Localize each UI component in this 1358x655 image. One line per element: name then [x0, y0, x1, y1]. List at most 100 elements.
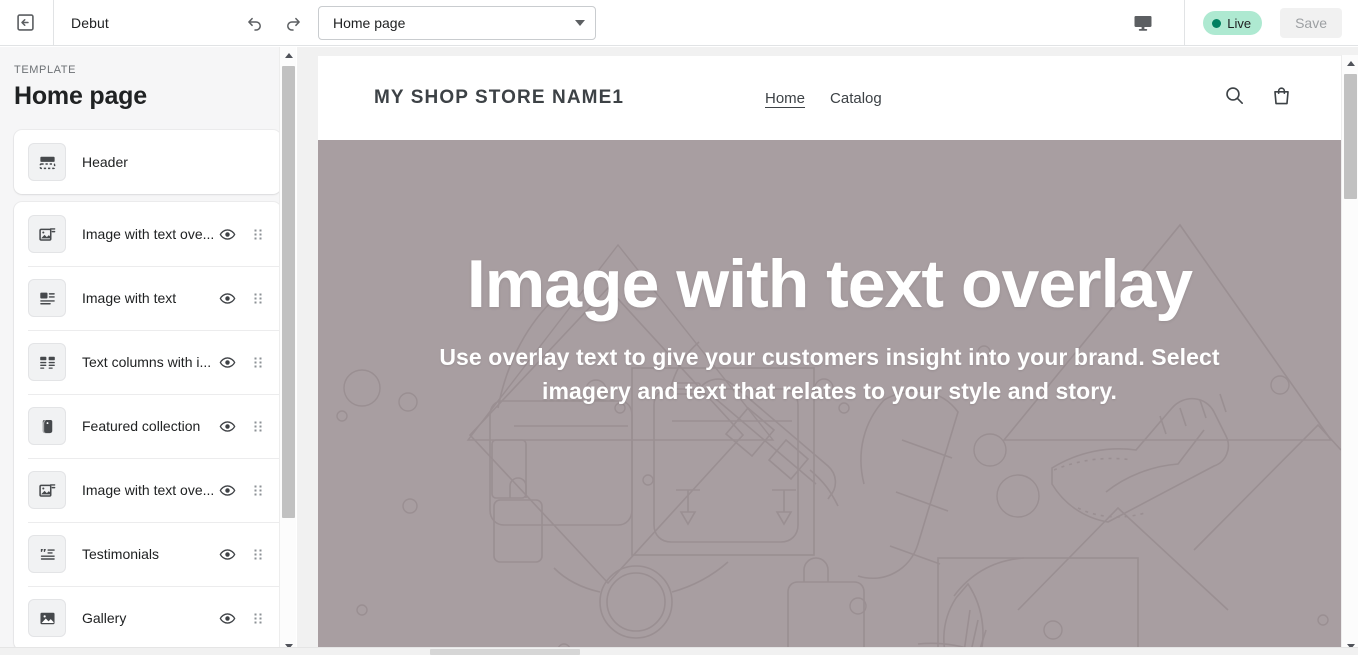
quote-lines-icon: [40, 548, 55, 560]
section-icon-wrap: [28, 535, 66, 573]
section-icon-wrap: [28, 279, 66, 317]
visibility-toggle[interactable]: [216, 290, 238, 307]
sections-sidebar: TEMPLATE Home page Header Image with tex…: [0, 47, 296, 655]
theme-preview-panel: MY SHOP STORE NAME1 Home Catalog Image w…: [297, 47, 1358, 655]
preview-scrollbar[interactable]: [1341, 55, 1358, 655]
section-icon-wrap: [28, 143, 66, 181]
drag-handle-icon: [254, 228, 262, 240]
search-button[interactable]: [1223, 84, 1246, 112]
desktop-monitor-icon: [1134, 16, 1152, 31]
undo-button[interactable]: [240, 9, 268, 37]
list-item[interactable]: Testimonials: [14, 522, 281, 586]
drag-handle[interactable]: [247, 356, 269, 368]
status-dot-icon: [1212, 18, 1222, 28]
drag-handle-icon: [254, 356, 262, 368]
image-with-text-overlay-icon: [38, 483, 55, 497]
history-controls: [240, 0, 308, 46]
drag-handle[interactable]: [247, 420, 269, 432]
section-label: Text columns with i...: [82, 354, 212, 370]
back-arrow-box-icon: [16, 14, 34, 31]
list-item[interactable]: Header: [14, 130, 281, 194]
visibility-toggle[interactable]: [216, 546, 238, 563]
eye-icon: [219, 228, 235, 240]
list-item[interactable]: Text columns with i...: [14, 330, 281, 394]
section-group: Image with text ove... Image with text T…: [14, 202, 281, 650]
list-item[interactable]: Image with text ove...: [14, 458, 281, 522]
storefront-nav: Home Catalog: [765, 90, 882, 107]
template-eyebrow: TEMPLATE: [14, 64, 77, 76]
picture-icon: [39, 612, 55, 624]
visibility-toggle[interactable]: [216, 226, 238, 243]
scroll-up-button[interactable]: [1342, 55, 1358, 72]
section-card-header[interactable]: Header: [14, 130, 281, 194]
toolbar-right-group: Live Save: [1126, 0, 1358, 46]
sidebar-scrollbar-thumb[interactable]: [282, 66, 295, 518]
visibility-toggle[interactable]: [216, 482, 238, 499]
eye-icon: [219, 292, 235, 304]
search-icon: [1226, 87, 1243, 104]
list-item[interactable]: Image with text: [14, 266, 281, 330]
status-badge-label: Live: [1227, 15, 1252, 31]
section-label: Image with text: [82, 290, 177, 306]
theme-name: Debut: [71, 14, 109, 31]
triangle-up-icon: [284, 53, 293, 58]
visibility-toggle[interactable]: [216, 354, 238, 371]
image-with-text-icon: [39, 292, 55, 304]
sidebar-scrollbar[interactable]: [279, 47, 296, 655]
section-icon-wrap: [28, 471, 66, 509]
save-button[interactable]: Save: [1280, 8, 1342, 38]
nav-link-home[interactable]: Home: [765, 90, 805, 107]
storefront-frame: MY SHOP STORE NAME1 Home Catalog Image w…: [318, 56, 1341, 655]
preview-scrollbar-thumb[interactable]: [1344, 74, 1357, 199]
section-label: Gallery: [82, 610, 127, 626]
eye-icon: [219, 484, 235, 496]
hero-section[interactable]: Image with text overlay Use overlay text…: [318, 140, 1341, 655]
section-label: Header: [82, 154, 128, 170]
back-button[interactable]: [10, 8, 40, 38]
chevron-down-icon: [575, 20, 585, 26]
drag-handle[interactable]: [247, 228, 269, 240]
drag-handle-icon: [254, 612, 262, 624]
redo-button[interactable]: [280, 9, 308, 37]
shopping-bag-icon: [1274, 87, 1289, 105]
store-name: MY SHOP STORE NAME1: [374, 87, 625, 108]
list-item[interactable]: Gallery: [14, 586, 281, 650]
device-preview-button[interactable]: [1126, 6, 1160, 40]
horizontal-scrollbar[interactable]: [0, 647, 1358, 655]
drag-handle[interactable]: [247, 484, 269, 496]
section-label: Image with text ove...: [82, 226, 215, 242]
section-icon-wrap: [28, 407, 66, 445]
section-icon-wrap: [28, 599, 66, 637]
storefront-header-icons: [1223, 84, 1293, 112]
visibility-toggle[interactable]: [216, 418, 238, 435]
list-item[interactable]: Image with text ove...: [14, 202, 281, 266]
horizontal-scrollbar-thumb[interactable]: [430, 649, 580, 655]
drag-handle[interactable]: [247, 612, 269, 624]
hero-text-block: Image with text overlay Use overlay text…: [318, 250, 1341, 408]
eye-icon: [219, 420, 235, 432]
section-label: Image with text ove...: [82, 482, 215, 498]
drag-handle[interactable]: [247, 548, 269, 560]
drag-handle-icon: [254, 292, 262, 304]
section-label: Featured collection: [82, 418, 201, 434]
image-with-text-overlay-icon: [38, 227, 55, 241]
status-badge[interactable]: Live: [1203, 11, 1263, 35]
hero-title: Image with text overlay: [466, 246, 1193, 322]
storefront-header: MY SHOP STORE NAME1 Home Catalog: [318, 56, 1341, 140]
drag-handle-icon: [254, 548, 262, 560]
undo-icon: [248, 17, 261, 31]
section-icon-wrap: [28, 343, 66, 381]
drag-handle[interactable]: [247, 292, 269, 304]
list-item[interactable]: Featured collection: [14, 394, 281, 458]
page-selector[interactable]: Home page: [318, 6, 596, 40]
header-layout-icon: [39, 156, 55, 169]
eye-icon: [219, 612, 235, 624]
cart-button[interactable]: [1270, 84, 1293, 112]
visibility-toggle[interactable]: [216, 610, 238, 627]
hero-subtitle: Use overlay text to give your customers …: [439, 344, 1220, 404]
text-columns-with-images-icon: [39, 356, 55, 369]
scroll-up-button[interactable]: [280, 47, 297, 64]
nav-link-catalog[interactable]: Catalog: [830, 90, 882, 107]
tag-icon: [42, 419, 52, 433]
toolbar-divider-right: [1184, 0, 1186, 46]
